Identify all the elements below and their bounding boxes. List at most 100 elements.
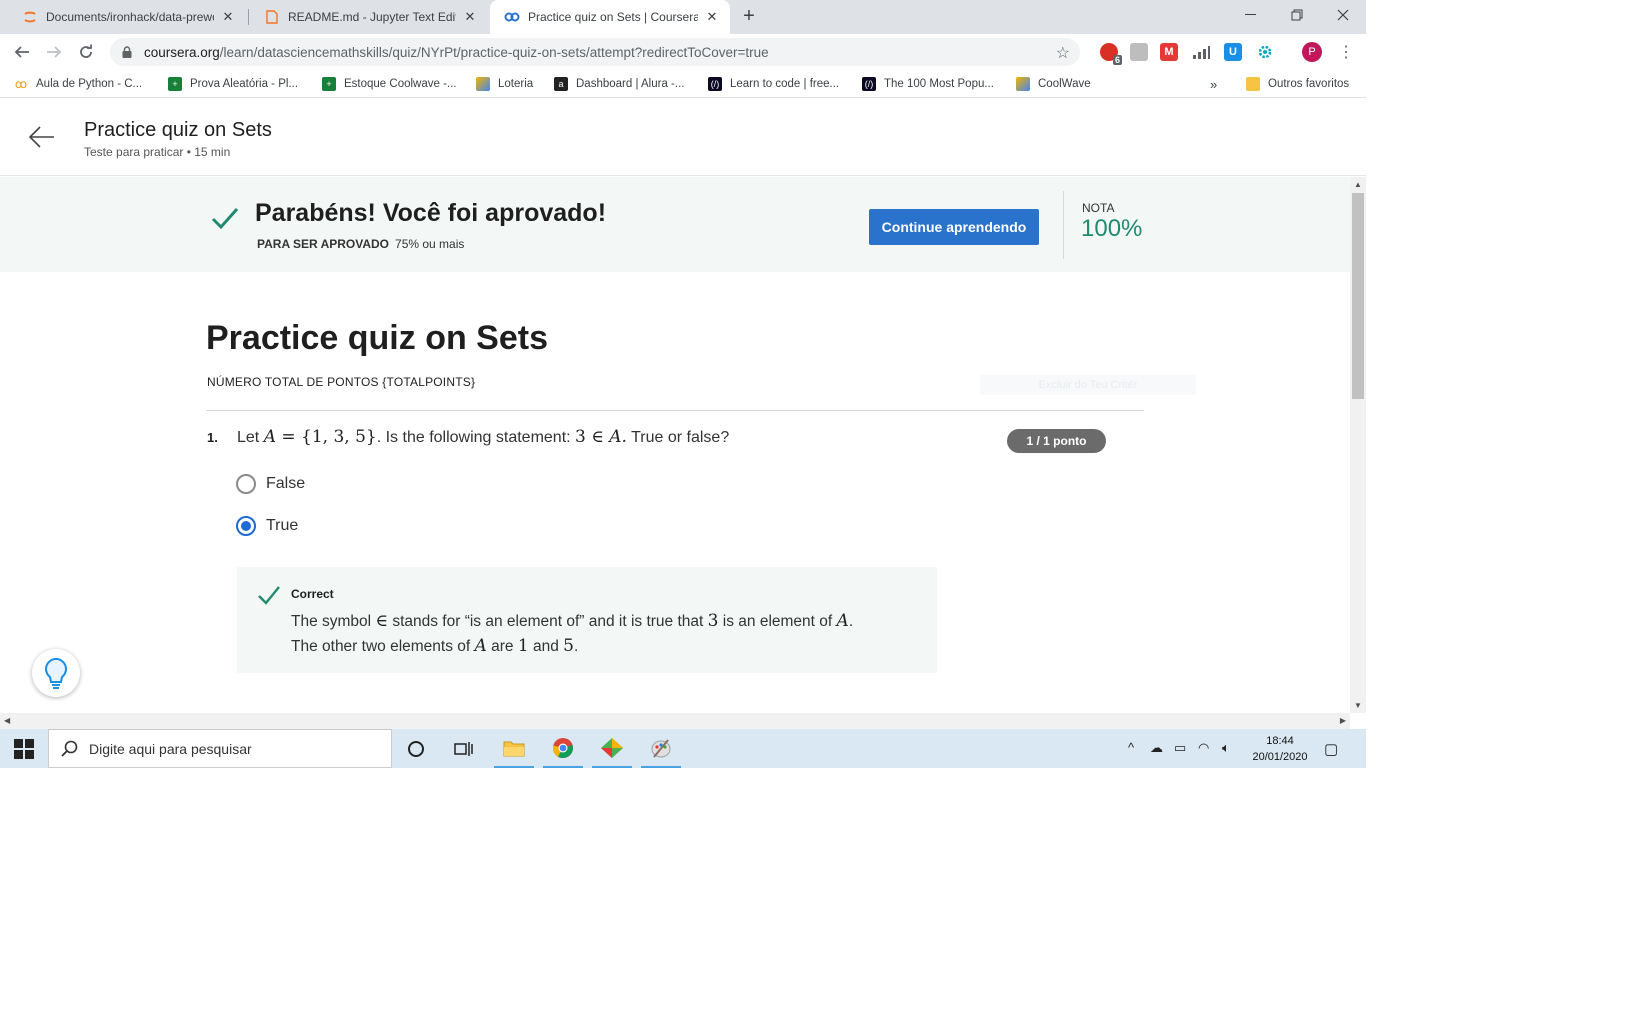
bookmark-item[interactable]: (/) The 100 Most Popu... (862, 75, 994, 93)
checkmark-icon (211, 208, 239, 230)
horizontal-scrollbar[interactable]: ◀ ▶ (0, 713, 1350, 729)
task-view-button[interactable] (444, 729, 484, 768)
taskbar-clock[interactable]: 18:44 20/01/2020 (1248, 733, 1312, 765)
scroll-left-icon[interactable]: ◀ (4, 716, 10, 725)
total-points: NÚMERO TOTAL DE PONTOS {TOTALPOINTS} (207, 375, 476, 389)
coursera-bookmark-icon: ꝏ (14, 77, 28, 91)
freecodecamp-icon: (/) (708, 77, 722, 91)
url-host: coursera.org (144, 44, 220, 60)
bookmarks-overflow-button[interactable]: » (1210, 75, 1217, 93)
close-tab-icon[interactable]: ✕ (462, 9, 478, 25)
battery-icon[interactable]: ▭ (1174, 740, 1186, 756)
scrollbar-thumb[interactable] (1352, 193, 1364, 399)
option-label: False (266, 475, 306, 492)
tab-separator (248, 9, 249, 25)
scroll-right-icon[interactable]: ▶ (1340, 716, 1346, 725)
tab-readme[interactable]: README.md - Jupyter Text Editor ✕ (250, 0, 488, 34)
lightbulb-help-button[interactable] (32, 649, 80, 697)
restore-button[interactable] (1274, 0, 1320, 30)
notification-icon[interactable]: ▢ (1324, 740, 1338, 758)
profile-avatar[interactable]: P (1302, 42, 1322, 62)
result-banner: Parabéns! Você foi aprovado! PARA SER AP… (0, 177, 1350, 272)
divider (206, 410, 1144, 411)
tab-title: Practice quiz on Sets | Coursera (528, 10, 698, 24)
extension-adblock-icon[interactable]: 6 (1100, 43, 1122, 65)
bookmark-item[interactable]: + Prova Aleatória - Pl... (168, 75, 298, 93)
wifi-icon[interactable]: ◠ (1198, 740, 1209, 756)
onedrive-icon[interactable]: ☁ (1150, 740, 1163, 756)
bookmark-item[interactable]: Loteria (476, 75, 533, 93)
tab-jupyter-documents[interactable]: Documents/ironhack/data-prewo ✕ (8, 0, 246, 34)
close-window-button[interactable] (1320, 0, 1366, 30)
extension-signal-icon[interactable] (1192, 43, 1210, 61)
extension-gear-icon[interactable] (1256, 43, 1274, 61)
cortana-icon (408, 740, 424, 757)
radio-button-selected[interactable] (236, 516, 256, 536)
tab-strip: Documents/ironhack/data-prewo ✕ README.m… (0, 0, 1366, 34)
bookmark-label: Outros favoritos (1268, 78, 1350, 90)
bookmark-item[interactable]: a Dashboard | Alura -... (554, 75, 684, 93)
jupyter-icon (22, 9, 38, 25)
back-arrow-icon[interactable] (28, 123, 56, 151)
tray-expand-icon[interactable]: ^ (1128, 740, 1134, 755)
file-explorer-button[interactable] (494, 729, 534, 768)
bookmark-label: Prova Aleatória - Pl... (190, 78, 299, 90)
bookmarks-bar: ꝏ Aula de Python - C... + Prova Aleatória … (0, 70, 1366, 98)
radio-button[interactable] (236, 474, 256, 494)
feedback-text: The symbol ∈ stands for “is an element o… (291, 611, 854, 656)
bookmark-item[interactable]: ꝏ Aula de Python - C... (14, 75, 142, 93)
quiz-title: Practice quiz on Sets (206, 319, 548, 357)
clock-date: 20/01/2020 (1252, 751, 1308, 763)
extension-chat-icon[interactable] (1130, 43, 1148, 61)
chrome-icon (552, 737, 573, 758)
bookmark-item[interactable]: + Estoque Coolwave -... (322, 75, 457, 93)
windows-taskbar: Digite aqui para pesquisar ^ ☁ ▭ ◠ 🔈︎ 18… (0, 729, 1366, 768)
windows-start-icon[interactable] (14, 739, 34, 759)
bookmark-star-icon[interactable]: ☆ (1056, 43, 1070, 63)
points-badge: 1 / 1 ponto (1007, 429, 1106, 453)
bookmark-label: Aula de Python - C... (36, 78, 143, 90)
extension-u-icon[interactable]: U (1224, 43, 1242, 61)
option-true[interactable]: True (236, 515, 298, 537)
paint-button[interactable] (641, 729, 681, 768)
scroll-up-icon[interactable]: ▲ (1354, 180, 1362, 189)
feedback-label: Correct (291, 587, 334, 601)
extension-m-icon[interactable]: M (1160, 43, 1178, 61)
url-path: /learn/datasciencemathskills/quiz/NYrPt/… (219, 44, 769, 60)
taskbar-search-box[interactable]: Digite aqui para pesquisar (48, 729, 392, 768)
answer-feedback: Correct The symbol ∈ stands for “is an e… (237, 567, 937, 673)
address-bar[interactable]: coursera.org/learn/datasciencemathskills… (110, 38, 1080, 66)
tab-coursera-quiz[interactable]: Practice quiz on Sets | Coursera ✕ (490, 0, 730, 34)
volume-icon[interactable]: 🔈︎ (1222, 740, 1230, 756)
file-icon (264, 9, 280, 25)
close-tab-icon[interactable]: ✕ (704, 9, 720, 25)
option-false[interactable]: False (236, 473, 305, 495)
vertical-scrollbar[interactable]: ▲ ▼ (1350, 177, 1366, 713)
extension-badge: 6 (1112, 55, 1122, 65)
clock-time: 18:44 (1266, 735, 1294, 747)
sheets-icon: + (322, 77, 336, 91)
reload-button[interactable] (74, 40, 98, 64)
app-button[interactable] (592, 729, 632, 768)
scroll-down-icon[interactable]: ▼ (1354, 701, 1362, 710)
back-button[interactable] (10, 40, 34, 64)
bookmark-label: CoolWave (1038, 78, 1091, 90)
bookmark-item[interactable]: (/) Learn to code | free... (708, 75, 839, 93)
arrow-right-icon (47, 46, 62, 58)
other-favorites[interactable]: Outros favoritos (1246, 75, 1349, 93)
bookmark-label: Loteria (498, 78, 534, 90)
forward-button[interactable] (42, 40, 66, 64)
new-tab-button[interactable]: + (738, 6, 760, 28)
close-tab-icon[interactable]: ✕ (220, 9, 236, 25)
minimize-button[interactable] (1228, 0, 1274, 30)
pass-headline: Parabéns! Você foi aprovado! (255, 199, 607, 227)
folder-icon (503, 741, 525, 756)
bookmark-item[interactable]: CoolWave (1016, 75, 1091, 93)
continue-learning-button[interactable]: Continue aprendendo (869, 209, 1039, 245)
more-vert-icon[interactable]: ⋮ (1338, 42, 1354, 62)
reload-icon (80, 44, 92, 58)
chrome-button[interactable] (543, 729, 583, 768)
cortana-button[interactable] (396, 729, 436, 768)
pass-requirement: PARA SER APROVADO 75% ou mais (257, 237, 464, 251)
browser-toolbar: coursera.org/learn/datasciencemathskills… (0, 34, 1366, 70)
